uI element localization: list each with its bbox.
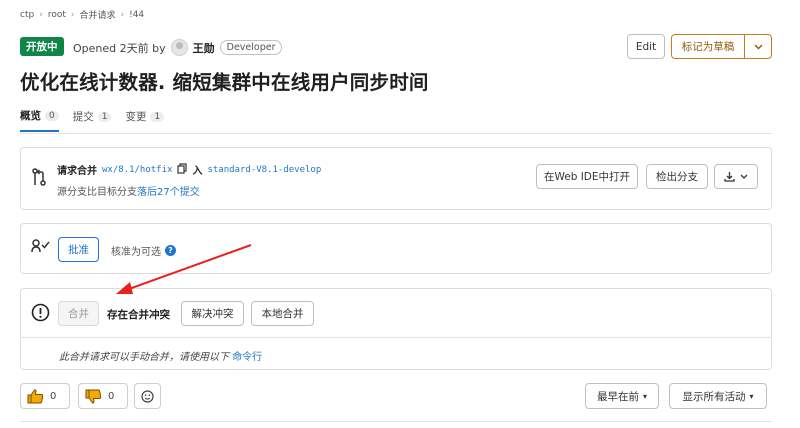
opened-text: Opened 2天前 by	[73, 41, 166, 55]
sort-order-label: 最早在前	[596, 390, 639, 403]
tab-commits[interactable]: 提交 1	[73, 108, 112, 132]
breadcrumb-item-merge-requests[interactable]: 合并请求	[79, 8, 115, 21]
tabs-divider	[20, 133, 772, 134]
approval-optional: 核准为可选 ?	[111, 243, 176, 258]
into-label: 入	[192, 166, 203, 177]
checkout-branch-button[interactable]: 检出分支	[646, 164, 708, 189]
smile-icon	[141, 389, 154, 403]
chevron-down-icon	[740, 174, 748, 179]
behind-info: 源分支比目标分支落后27个提交	[57, 183, 200, 198]
download-icon	[724, 172, 735, 182]
source-branch-link[interactable]: wx/8.1/hotfix	[102, 165, 172, 175]
chevron-down-icon: ▾	[749, 391, 754, 401]
tab-changes[interactable]: 变更 1	[125, 108, 165, 132]
tab-label: 变更	[125, 111, 147, 123]
tab-bar: 概览 0 提交 1 变更 1	[20, 108, 165, 132]
breadcrumb-item-ctp[interactable]: ctp	[20, 10, 34, 20]
tab-label: 概览	[20, 110, 41, 122]
target-branch-link[interactable]: standard-V8.1-develop	[207, 165, 321, 175]
mark-as-draft-button[interactable]: 标记为草稿	[671, 34, 745, 59]
chevron-down-icon	[754, 44, 762, 49]
avatar[interactable]	[170, 39, 188, 56]
question-icon[interactable]: ?	[165, 245, 176, 256]
status-badge: 开放中	[20, 37, 64, 56]
add-reaction-button[interactable]	[134, 383, 161, 409]
download-dropdown-button[interactable]	[714, 164, 758, 189]
divider	[21, 337, 771, 338]
tab-label: 提交	[72, 111, 94, 123]
page-title: 优化在线计数器. 缩短集群中在线用户同步时间	[20, 71, 429, 94]
approval-optional-text: 核准为可选	[111, 247, 161, 258]
thumbs-up-icon	[27, 388, 44, 403]
manual-merge-hint: 此合并请求可以手动合并，请使用以下 命令行	[59, 348, 262, 363]
open-in-web-ide-button[interactable]: 在Web IDE中打开	[536, 164, 638, 189]
conflict-text: 存在合并冲突	[107, 309, 170, 321]
thumbs-down-button[interactable]: 0	[78, 383, 128, 409]
approve-button[interactable]: 批准	[58, 237, 99, 262]
draft-dropdown-button[interactable]	[744, 34, 772, 59]
copy-icon[interactable]	[177, 162, 188, 177]
chevron-right-icon: ›	[39, 9, 43, 20]
tab-overview[interactable]: 概览 0	[20, 108, 59, 132]
chevron-down-icon: ▾	[642, 391, 647, 401]
bottom-divider	[20, 421, 772, 422]
activity-filter-dropdown[interactable]: 显示所有活动 ▾	[669, 383, 767, 409]
chevron-right-icon: ›	[120, 9, 125, 20]
tab-count: 0	[45, 110, 59, 121]
resolve-conflicts-button[interactable]: 解决冲突	[181, 301, 244, 326]
tab-count: 1	[150, 111, 165, 122]
merge-locally-button[interactable]: 本地合并	[251, 301, 314, 326]
manual-merge-text: 此合并请求可以手动合并，请使用以下	[59, 352, 229, 363]
alert-circle-icon	[31, 303, 50, 322]
chevron-right-icon: ›	[70, 9, 75, 20]
role-badge: Developer	[219, 40, 283, 55]
merge-branches: 请求合并 wx/8.1/hotfix 入 standard-V8.1-devel…	[57, 162, 321, 177]
breadcrumb: ctp › root › 合并请求 › !44	[20, 8, 144, 22]
thumbs-up-count: 0	[50, 390, 57, 402]
breadcrumb-item-root[interactable]: root	[48, 10, 66, 20]
breadcrumb-item-current[interactable]: !44	[129, 10, 144, 20]
approval-icon	[31, 239, 50, 253]
sort-order-dropdown[interactable]: 最早在前 ▾	[585, 383, 659, 409]
tab-count: 1	[97, 111, 112, 122]
opened-info: Opened 2天前 by 王勋 Developer	[73, 39, 283, 56]
edit-button[interactable]: Edit	[627, 34, 665, 59]
merge-request-icon	[32, 168, 46, 186]
thumbs-down-count: 0	[108, 390, 115, 402]
merge-label: 请求合并	[57, 166, 97, 177]
behind-commits-link[interactable]: 落后27个提交	[137, 187, 200, 198]
author-name[interactable]: 王勋	[193, 40, 215, 56]
behind-text: 源分支比目标分支	[57, 187, 137, 198]
command-line-link[interactable]: 命令行	[232, 352, 262, 363]
merge-button[interactable]: 合并	[58, 301, 99, 326]
thumbs-up-button[interactable]: 0	[20, 383, 70, 409]
thumbs-down-icon	[85, 389, 102, 404]
activity-filter-label: 显示所有活动	[682, 390, 746, 403]
